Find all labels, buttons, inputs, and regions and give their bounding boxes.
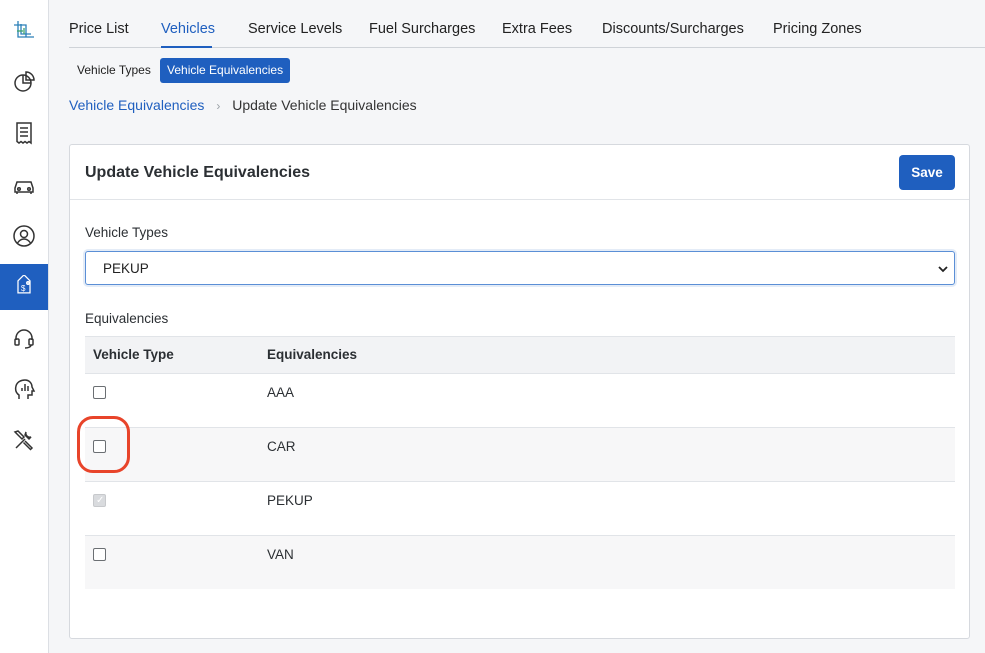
vehicle-types-selected-value: PEKUP — [103, 261, 149, 276]
card-title: Update Vehicle Equivalencies — [85, 164, 310, 181]
breadcrumb-parent-link[interactable]: Vehicle Equivalencies — [69, 97, 204, 113]
tab-vehicles[interactable]: Vehicles — [161, 21, 215, 37]
table-row: AAA — [85, 373, 955, 427]
sidebar: $ — [0, 0, 49, 653]
card-header: Update Vehicle Equivalencies Save — [70, 145, 969, 200]
top-tabs: Price List Vehicles Service Levels Fuel … — [69, 10, 985, 48]
tab-fuel-surcharges[interactable]: Fuel Surcharges — [369, 21, 475, 37]
column-header-equivalencies: Equivalencies — [267, 347, 358, 362]
column-header-vehicle-type: Vehicle Type — [93, 347, 174, 362]
checkmark-icon: ✓ — [96, 495, 105, 506]
headset-icon[interactable] — [0, 315, 48, 361]
active-tab-indicator — [161, 46, 212, 48]
price-tag-icon[interactable]: $ — [0, 264, 48, 310]
row-checkbox-aaa[interactable] — [93, 386, 106, 399]
table-row: VAN — [85, 535, 955, 589]
head-analytics-icon[interactable] — [0, 366, 48, 412]
row-vehicle-name: CAR — [267, 439, 296, 454]
subtab-vehicle-equivalencies[interactable]: Vehicle Equivalencies — [160, 58, 291, 83]
tab-extra-fees[interactable]: Extra Fees — [502, 21, 572, 37]
table-row: ✓ PEKUP — [85, 481, 955, 535]
svg-text:$: $ — [21, 284, 26, 293]
chevron-down-icon — [938, 266, 948, 273]
row-vehicle-name: VAN — [267, 547, 294, 562]
equivalencies-table: Vehicle Type Equivalencies AAA CAR ✓ PEK… — [85, 336, 955, 589]
user-circle-icon[interactable] — [0, 213, 48, 259]
tab-price-list[interactable]: Price List — [69, 21, 129, 37]
tab-service-levels[interactable]: Service Levels — [248, 21, 342, 37]
receipt-icon[interactable] — [0, 110, 48, 156]
save-button[interactable]: Save — [899, 155, 955, 190]
table-row: CAR — [85, 427, 955, 481]
tab-pricing-zones[interactable]: Pricing Zones — [773, 21, 862, 37]
update-card: Update Vehicle Equivalencies Save Vehicl… — [69, 144, 970, 639]
row-vehicle-name: PEKUP — [267, 493, 313, 508]
row-checkbox-van[interactable] — [93, 548, 106, 561]
vehicle-types-select[interactable]: PEKUP — [85, 251, 955, 285]
car-icon[interactable] — [0, 162, 48, 208]
table-header: Vehicle Type Equivalencies — [85, 336, 955, 373]
subtab-vehicle-types[interactable]: Vehicle Types — [70, 58, 158, 83]
breadcrumb-current: Update Vehicle Equivalencies — [232, 97, 417, 113]
breadcrumb: Vehicle Equivalencies › Update Vehicle E… — [69, 97, 417, 113]
row-checkbox-pekup: ✓ — [93, 494, 106, 507]
equivalencies-label: Equivalencies — [85, 311, 169, 326]
main-content: Price List Vehicles Service Levels Fuel … — [49, 0, 985, 653]
vehicle-types-label: Vehicle Types — [85, 225, 169, 240]
row-checkbox-car[interactable] — [93, 440, 106, 453]
app-logo-icon[interactable] — [0, 8, 48, 54]
pie-chart-icon[interactable] — [0, 59, 48, 105]
tab-discounts-surcharges[interactable]: Discounts/Surcharges — [602, 21, 744, 37]
tools-icon[interactable] — [0, 417, 48, 463]
chevron-right-icon: › — [216, 99, 221, 113]
row-vehicle-name: AAA — [267, 385, 295, 400]
